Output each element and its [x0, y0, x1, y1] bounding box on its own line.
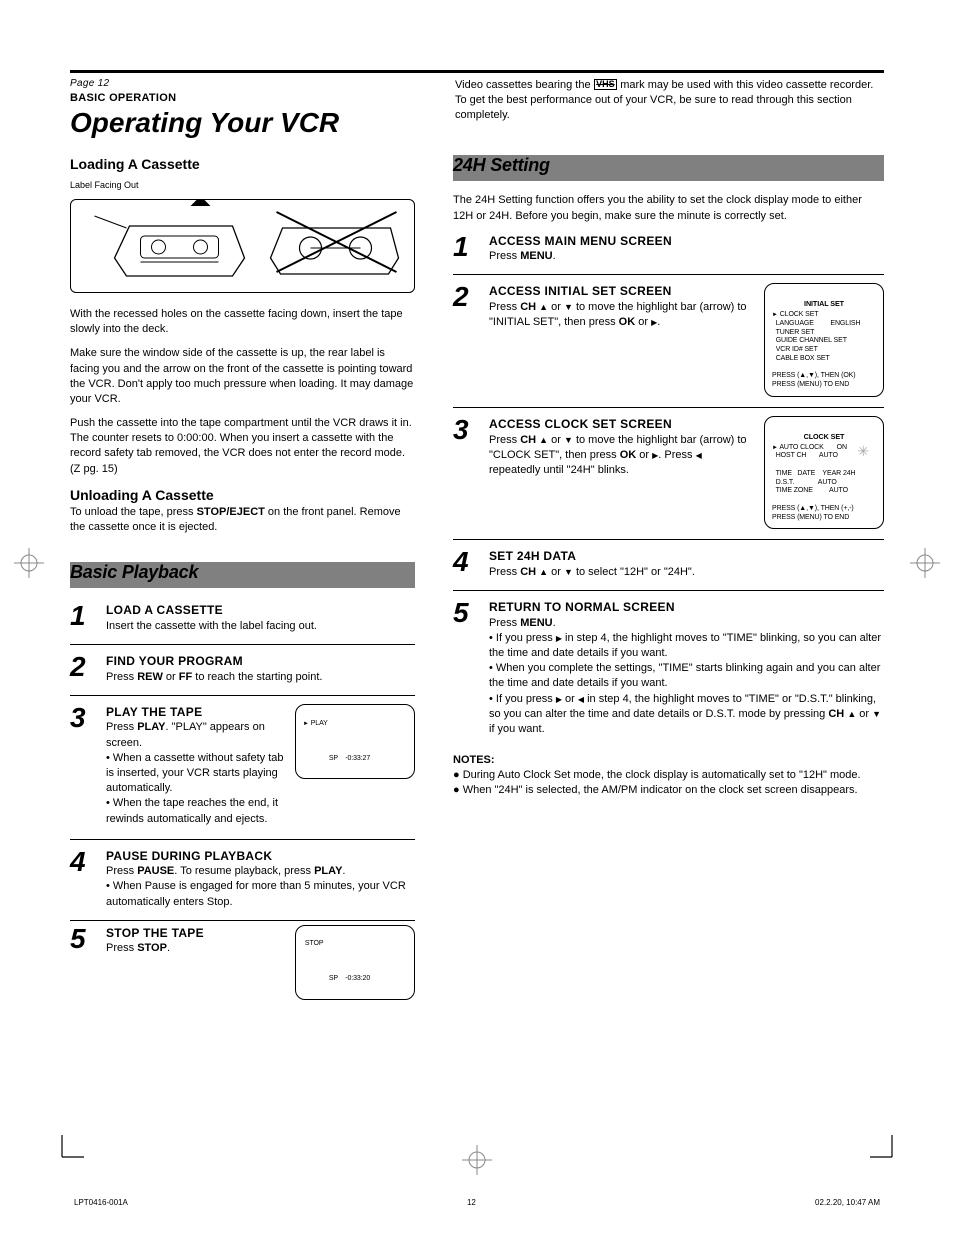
24h-heading: 24H Setting: [453, 155, 884, 181]
triangle-down-icon: [872, 710, 881, 719]
unload-text: To unload the tape, press STOP/EJECT on …: [70, 505, 415, 535]
footer: LPT0416-001A 12 02.2.20, 10:47 AM: [0, 1198, 954, 1207]
triangle-down-icon: [564, 436, 573, 445]
right-step5: 5 RETURN TO NORMAL SCREEN Press MENU. • …: [453, 599, 884, 737]
right-column: 24H Setting The 24H Setting function off…: [453, 155, 884, 1000]
columns: Loading A Cassette Label Facing Out: [70, 155, 884, 1000]
notes: NOTES: ● During Auto Clock Set mode, the…: [453, 753, 884, 799]
vhs-intro: Video cassettes bearing the: [455, 79, 591, 91]
right-step2-row: 2 ACCESS INITIAL SET SCREEN Press CH or …: [453, 283, 884, 397]
page-number: Page 12: [70, 78, 415, 89]
footer-right: 02.2.20, 10:47 AM: [815, 1198, 880, 1207]
osd-stop-screen: STOP SP -0:33:20: [295, 925, 415, 1000]
crop-mark-icon: [910, 548, 940, 578]
header-rule: [70, 70, 884, 73]
osd-clock-set: CLOCK SET► AUTO CLOCK ON HOST CH AUTO TI…: [764, 416, 884, 530]
cassette-svg: [71, 200, 414, 292]
header-row: Page 12 BASIC OPERATION Operating Your V…: [70, 76, 884, 137]
triangle-down-icon: [564, 568, 573, 577]
label-front: Label Facing Out: [70, 179, 415, 191]
triangle-down-icon: [564, 303, 573, 312]
triangle-up-icon: [539, 568, 548, 577]
triangle-up-icon: [847, 710, 856, 719]
loading-p1: With the recessed holes on the cassette …: [70, 307, 415, 337]
crop-mark-icon: [14, 548, 44, 578]
left-step1: 1 LOAD A CASSETTE Insert the cassette wi…: [70, 602, 415, 634]
header-right: Video cassettes bearing the VHS mark may…: [455, 78, 884, 123]
left-column: Loading A Cassette Label Facing Out: [70, 155, 415, 1000]
osd-initial-set: INITIAL SET► CLOCK SET LANGUAGE ENGLISH …: [764, 283, 884, 397]
left-step2: 2 FIND YOUR PROGRAM Press REW or FF to r…: [70, 653, 415, 685]
footer-left: LPT0416-001A: [74, 1198, 128, 1207]
loading-p2: Make sure the window side of the cassett…: [70, 346, 415, 407]
24h-intro: The 24H Setting function offers you the …: [453, 193, 884, 223]
left-step3-row: 3 PLAY THE TAPE Press PLAY. "PLAY" appea…: [70, 704, 415, 829]
right-step1: 1 ACCESS MAIN MENU SCREEN Press MENU.: [453, 233, 884, 265]
crop-mark-icon: [462, 1145, 492, 1175]
loading-title: Loading A Cassette: [70, 155, 415, 174]
clock-hands-icon: ✳: [857, 443, 869, 461]
right-step3-row: 3 ACCESS CLOCK SET SCREEN Press CH or to…: [453, 416, 884, 530]
vhs-logo-icon: VHS: [594, 79, 618, 90]
cassette-illustration: [70, 199, 415, 293]
left-step4: 4 PAUSE DURING PLAYBACK Press PAUSE. To …: [70, 848, 415, 910]
triangle-up-icon: [539, 303, 548, 312]
left-step5-row: 5 STOP THE TAPE Press STOP. STOP SP -0:3…: [70, 925, 415, 1000]
triangle-left-icon: [696, 451, 702, 460]
crop-corner-icon: [62, 1135, 84, 1157]
footer-page: 12: [467, 1198, 476, 1207]
loading-p3: Push the cassette into the tape compartm…: [70, 416, 415, 477]
triangle-up-icon: [539, 436, 548, 445]
osd-play-screen: ► PLAY SP -0:33:27: [295, 704, 415, 779]
header-super: BASIC OPERATION: [70, 92, 415, 104]
unload-title: Unloading A Cassette: [70, 486, 415, 505]
crop-corner-icon: [870, 1135, 892, 1157]
right-step4: 4 SET 24H DATA Press CH or to select "12…: [453, 548, 884, 580]
basic-playback-heading: Basic Playback: [70, 562, 415, 588]
header-title: Operating Your VCR: [70, 108, 415, 137]
page: Page 12 BASIC OPERATION Operating Your V…: [0, 0, 954, 1040]
header-left: Page 12 BASIC OPERATION Operating Your V…: [70, 78, 415, 137]
